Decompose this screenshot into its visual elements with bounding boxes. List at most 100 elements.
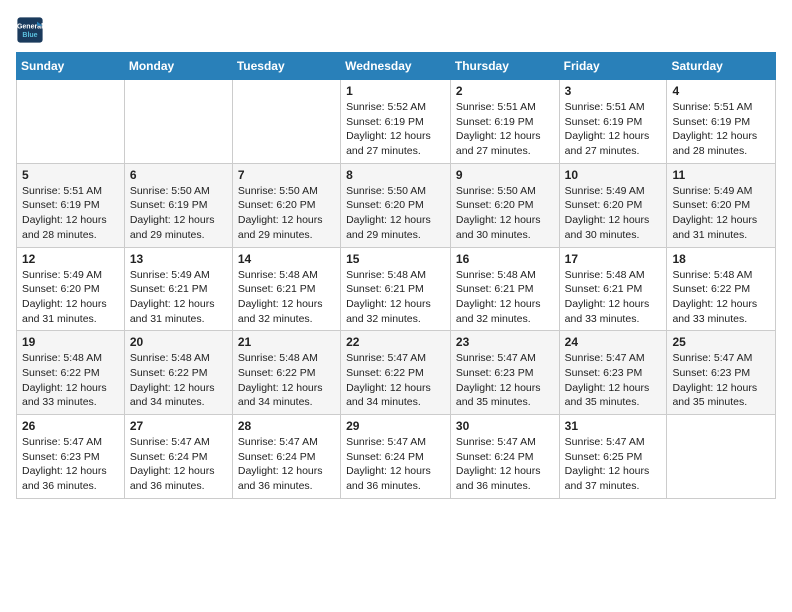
day-number: 27 (130, 419, 227, 433)
day-number: 26 (22, 419, 119, 433)
calendar-cell: 13 Sunrise: 5:49 AMSunset: 6:21 PMDayligh… (124, 247, 232, 331)
calendar-cell: 1 Sunrise: 5:52 AMSunset: 6:19 PMDaylight… (341, 80, 451, 164)
day-number: 4 (672, 84, 770, 98)
calendar-cell: 25 Sunrise: 5:47 AMSunset: 6:23 PMDayligh… (667, 331, 776, 415)
day-info: Sunrise: 5:47 AMSunset: 6:24 PMDaylight:… (346, 435, 445, 494)
weekday-header: Thursday (450, 53, 559, 80)
weekday-header: Saturday (667, 53, 776, 80)
calendar-cell: 26 Sunrise: 5:47 AMSunset: 6:23 PMDayligh… (17, 415, 125, 499)
day-info: Sunrise: 5:49 AMSunset: 6:21 PMDaylight:… (130, 268, 227, 327)
day-info: Sunrise: 5:51 AMSunset: 6:19 PMDaylight:… (565, 100, 662, 159)
calendar-week-row: 12 Sunrise: 5:49 AMSunset: 6:20 PMDayligh… (17, 247, 776, 331)
day-info: Sunrise: 5:48 AMSunset: 6:22 PMDaylight:… (130, 351, 227, 410)
calendar-cell: 27Sunrise: 5:47 AMSunset: 6:24 PMDayligh… (124, 415, 232, 499)
day-info: Sunrise: 5:50 AMSunset: 6:20 PMDaylight:… (346, 184, 445, 243)
day-info: Sunrise: 5:48 AMSunset: 6:21 PMDaylight:… (456, 268, 554, 327)
day-info: Sunrise: 5:49 AMSunset: 6:20 PMDaylight:… (22, 268, 119, 327)
day-number: 28 (238, 419, 335, 433)
day-info: Sunrise: 5:50 AMSunset: 6:20 PMDaylight:… (238, 184, 335, 243)
calendar-week-row: 1 Sunrise: 5:52 AMSunset: 6:19 PMDaylight… (17, 80, 776, 164)
weekday-header: Sunday (17, 53, 125, 80)
calendar-cell: 9 Sunrise: 5:50 AMSunset: 6:20 PMDaylight… (450, 163, 559, 247)
day-number: 21 (238, 335, 335, 349)
calendar-cell: 28 Sunrise: 5:47 AMSunset: 6:24 PMDayligh… (232, 415, 340, 499)
day-number: 8 (346, 168, 445, 182)
day-number: 25 (672, 335, 770, 349)
day-info: Sunrise: 5:51 AMSunset: 6:19 PMDaylight:… (672, 100, 770, 159)
calendar-cell: 15 Sunrise: 5:48 AMSunset: 6:21 PMDayligh… (341, 247, 451, 331)
day-number: 30 (456, 419, 554, 433)
day-number: 29 (346, 419, 445, 433)
day-info: Sunrise: 5:47 AMSunset: 6:23 PMDaylight:… (672, 351, 770, 410)
day-info: Sunrise: 5:52 AMSunset: 6:19 PMDaylight:… (346, 100, 445, 159)
calendar-header-row: SundayMondayTuesdayWednesdayThursdayFrid… (17, 53, 776, 80)
calendar-table: SundayMondayTuesdayWednesdayThursdayFrid… (16, 52, 776, 499)
day-number: 16 (456, 252, 554, 266)
day-number: 17 (565, 252, 662, 266)
day-number: 10 (565, 168, 662, 182)
day-info: Sunrise: 5:48 AMSunset: 6:22 PMDaylight:… (672, 268, 770, 327)
day-info: Sunrise: 5:48 AMSunset: 6:21 PMDaylight:… (565, 268, 662, 327)
calendar-cell: 3 Sunrise: 5:51 AMSunset: 6:19 PMDaylight… (559, 80, 667, 164)
day-info: Sunrise: 5:47 AMSunset: 6:23 PMDaylight:… (565, 351, 662, 410)
calendar-cell: 6 Sunrise: 5:50 AMSunset: 6:19 PMDaylight… (124, 163, 232, 247)
day-info: Sunrise: 5:47 AMSunset: 6:22 PMDaylight:… (346, 351, 445, 410)
day-number: 3 (565, 84, 662, 98)
day-info: Sunrise: 5:47 AMSunset: 6:23 PMDaylight:… (22, 435, 119, 494)
day-info: Sunrise: 5:48 AMSunset: 6:21 PMDaylight:… (346, 268, 445, 327)
calendar-cell: 8 Sunrise: 5:50 AMSunset: 6:20 PMDaylight… (341, 163, 451, 247)
day-number: 31 (565, 419, 662, 433)
calendar-cell: 4 Sunrise: 5:51 AMSunset: 6:19 PMDaylight… (667, 80, 776, 164)
day-info: Sunrise: 5:50 AMSunset: 6:20 PMDaylight:… (456, 184, 554, 243)
day-number: 13 (130, 252, 227, 266)
calendar-week-row: 5Sunrise: 5:51 AMSunset: 6:19 PMDaylight… (17, 163, 776, 247)
day-info: Sunrise: 5:51 AMSunset: 6:19 PMDaylight:… (456, 100, 554, 159)
calendar-cell: 2 Sunrise: 5:51 AMSunset: 6:19 PMDaylight… (450, 80, 559, 164)
weekday-header: Monday (124, 53, 232, 80)
calendar-cell (232, 80, 340, 164)
calendar-cell: 24 Sunrise: 5:47 AMSunset: 6:23 PMDayligh… (559, 331, 667, 415)
calendar-week-row: 19 Sunrise: 5:48 AMSunset: 6:22 PMDayligh… (17, 331, 776, 415)
calendar-cell (124, 80, 232, 164)
calendar-cell: 29 Sunrise: 5:47 AMSunset: 6:24 PMDayligh… (341, 415, 451, 499)
day-info: Sunrise: 5:48 AMSunset: 6:21 PMDaylight:… (238, 268, 335, 327)
day-number: 6 (130, 168, 227, 182)
day-number: 1 (346, 84, 445, 98)
day-info: Sunrise: 5:47 AMSunset: 6:24 PMDaylight:… (238, 435, 335, 494)
day-info: Sunrise: 5:49 AMSunset: 6:20 PMDaylight:… (565, 184, 662, 243)
day-number: 11 (672, 168, 770, 182)
calendar-cell: 10 Sunrise: 5:49 AMSunset: 6:20 PMDayligh… (559, 163, 667, 247)
day-info: Sunrise: 5:47 AMSunset: 6:24 PMDaylight:… (456, 435, 554, 494)
day-number: 14 (238, 252, 335, 266)
weekday-header: Wednesday (341, 53, 451, 80)
calendar-week-row: 26 Sunrise: 5:47 AMSunset: 6:23 PMDayligh… (17, 415, 776, 499)
calendar-cell: 30 Sunrise: 5:47 AMSunset: 6:24 PMDayligh… (450, 415, 559, 499)
day-number: 9 (456, 168, 554, 182)
day-number: 15 (346, 252, 445, 266)
day-info: Sunrise: 5:47 AMSunset: 6:23 PMDaylight:… (456, 351, 554, 410)
day-number: 2 (456, 84, 554, 98)
calendar-cell: 22 Sunrise: 5:47 AMSunset: 6:22 PMDayligh… (341, 331, 451, 415)
logo: General Blue (16, 16, 48, 44)
calendar-cell: 14 Sunrise: 5:48 AMSunset: 6:21 PMDayligh… (232, 247, 340, 331)
weekday-header: Tuesday (232, 53, 340, 80)
day-number: 24 (565, 335, 662, 349)
calendar-cell: 11 Sunrise: 5:49 AMSunset: 6:20 PMDayligh… (667, 163, 776, 247)
calendar-cell (17, 80, 125, 164)
calendar-cell (667, 415, 776, 499)
day-number: 22 (346, 335, 445, 349)
logo-icon: General Blue (16, 16, 44, 44)
page-header: General Blue (16, 16, 776, 44)
calendar-cell: 18Sunrise: 5:48 AMSunset: 6:22 PMDayligh… (667, 247, 776, 331)
day-info: Sunrise: 5:51 AMSunset: 6:19 PMDaylight:… (22, 184, 119, 243)
day-info: Sunrise: 5:49 AMSunset: 6:20 PMDaylight:… (672, 184, 770, 243)
calendar-cell: 17 Sunrise: 5:48 AMSunset: 6:21 PMDayligh… (559, 247, 667, 331)
calendar-cell: 31Sunrise: 5:47 AMSunset: 6:25 PMDayligh… (559, 415, 667, 499)
day-info: Sunrise: 5:48 AMSunset: 6:22 PMDaylight:… (22, 351, 119, 410)
day-number: 7 (238, 168, 335, 182)
day-info: Sunrise: 5:50 AMSunset: 6:19 PMDaylight:… (130, 184, 227, 243)
day-number: 23 (456, 335, 554, 349)
day-number: 19 (22, 335, 119, 349)
day-number: 12 (22, 252, 119, 266)
calendar-cell: 23 Sunrise: 5:47 AMSunset: 6:23 PMDayligh… (450, 331, 559, 415)
